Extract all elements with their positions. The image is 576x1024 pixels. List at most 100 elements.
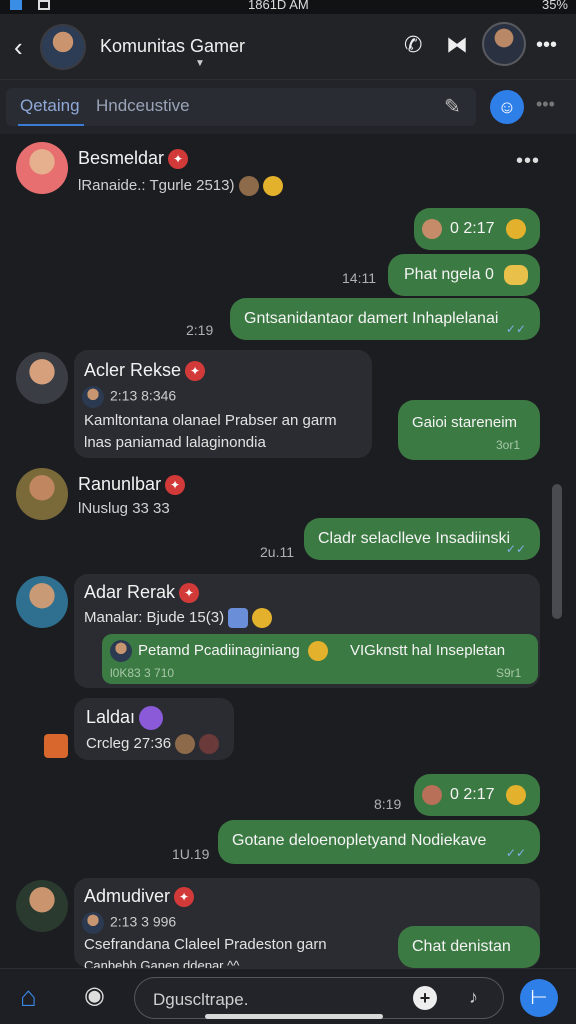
smiley-emoji-icon	[252, 608, 273, 628]
message-text: Crcleg 27:36	[86, 734, 220, 754]
message-meta: 3or1	[496, 438, 521, 452]
tab-chatting[interactable]: Qetaing	[20, 96, 80, 116]
incoming-message[interactable]: Adar Rerak ✦ Manalar: Bjude 15(3) Petamd …	[74, 574, 540, 688]
home-icon[interactable]: ⌂	[20, 981, 37, 1013]
add-icon[interactable]: +	[413, 986, 437, 1010]
camera-icon[interactable]: ◉	[84, 981, 105, 1010]
outgoing-message[interactable]: Gaioi stareneim 3or1	[398, 400, 540, 460]
message-meta: l0K83 3 710	[110, 666, 175, 680]
level-badge: ✦	[165, 475, 186, 496]
level-badge: ✦	[179, 583, 200, 604]
outgoing-message[interactable]: Chat denistan	[398, 926, 540, 968]
message-text: Gotane deloenopletyand Nodiekave	[232, 832, 487, 849]
mini-avatar	[82, 912, 104, 934]
sender-name: Acler Rekse ✦	[84, 360, 206, 382]
input-placeholder: Dguscltrape.	[153, 990, 249, 1009]
screenshot-icon	[38, 0, 50, 10]
video-icon[interactable]: ⧓	[446, 32, 468, 58]
more-options-icon[interactable]: •••	[536, 34, 557, 57]
quote-text: Petamd Pcadiinaginiang	[110, 640, 328, 662]
phone-icon[interactable]: ✆	[404, 32, 422, 58]
orb-emoji-icon	[139, 706, 164, 730]
message-text: lRanaide.: Tgurle 2513)	[78, 176, 283, 196]
mic-icon[interactable]: ♪	[469, 987, 478, 1008]
tab-more-icon[interactable]: •••	[536, 94, 555, 115]
game-emoji-icon	[228, 608, 249, 628]
more-options-icon[interactable]: •••	[516, 150, 540, 173]
timestamp: 8:19	[374, 796, 402, 812]
smiley-emoji-icon	[506, 219, 526, 239]
incoming-message[interactable]: Laldaı Crcleg 27:36	[74, 698, 234, 760]
avatar[interactable]	[16, 880, 68, 932]
outgoing-message[interactable]: Gotane deloenopletyand Nodiekave ✓✓	[218, 820, 540, 864]
message-meta: 2:13 8:346	[82, 386, 176, 408]
avatar-emoji-icon	[422, 785, 442, 805]
shell-emoji-icon	[199, 734, 220, 754]
outgoing-message[interactable]: Phat ngela 0	[388, 254, 540, 296]
message-input[interactable]: Dguscltrape. + ♪	[134, 977, 504, 1019]
avatar-emoji-icon	[422, 219, 442, 239]
chat-title[interactable]: Komunitas Gamer	[100, 36, 245, 57]
scrollbar[interactable]	[552, 484, 562, 619]
notification-icon	[10, 0, 22, 10]
home-indicator[interactable]	[205, 1014, 383, 1019]
message-time: 0 2:17	[450, 220, 495, 237]
active-tab-indicator	[18, 124, 84, 126]
message-text: Kamltontana olanael Prabser an garm	[84, 412, 337, 429]
status-time: 1861D AM	[248, 0, 309, 12]
outgoing-message[interactable]: 0 2:17	[414, 208, 540, 250]
level-badge: ✦	[174, 887, 195, 908]
members-button[interactable]: ☺	[490, 90, 524, 124]
chat-area[interactable]: Besmeldar ✦ lRanaide.: Tgurle 2513) ••• 0…	[0, 134, 576, 973]
outgoing-message[interactable]: 0 2:17	[414, 774, 540, 816]
message-text: Cladr selaclleve Insadiinski	[318, 530, 511, 547]
battery-level: 35%	[541, 0, 568, 12]
read-receipt-icon: ✓✓	[505, 846, 526, 860]
chevron-down-icon[interactable]: ▼	[195, 58, 205, 69]
user-avatar[interactable]	[482, 22, 526, 66]
message-text: Manalar: Bjude 15(3)	[84, 608, 273, 628]
message-text: lNuslug 33 33	[78, 500, 170, 517]
send-button[interactable]: ⊢	[520, 979, 558, 1017]
avatar[interactable]	[16, 576, 68, 628]
status-bar: 1861D AM 35%	[0, 0, 576, 14]
message-text: Chat denistan	[412, 938, 511, 955]
sender-name: Admudiver ✦	[84, 886, 195, 908]
character-emoji-icon	[238, 176, 259, 196]
message-time: 0 2:17	[450, 786, 495, 803]
banana-emoji-icon	[504, 265, 528, 285]
message-meta: 2:13 3 996	[82, 912, 176, 934]
rocket-emoji-icon	[44, 734, 68, 758]
avatar[interactable]	[16, 142, 68, 194]
group-avatar[interactable]	[40, 24, 86, 70]
avatar[interactable]	[16, 352, 68, 404]
sender-name: Adar Rerak ✦	[84, 582, 200, 604]
outgoing-message[interactable]: Gntsanidantaor damert Inhaplelanai ✓✓	[230, 298, 540, 340]
avatar[interactable]	[16, 468, 68, 520]
smiley-emoji-icon	[506, 785, 526, 805]
outgoing-message[interactable]: Cladr selaclleve Insadiinski ✓✓	[304, 518, 540, 560]
tab-bar: Qetaing Hndceustive ✎ ☺ •••	[0, 80, 576, 134]
read-receipt-icon: ✓✓	[505, 542, 526, 556]
message-text: Csefrandana Claleel Pradeston garn	[84, 936, 327, 953]
timestamp: 1U.19	[172, 846, 210, 862]
chat-header: ‹ Komunitas Gamer ▼ ✆ ⧓ •••	[0, 14, 576, 80]
tab-exclusive[interactable]: Hndceustive	[96, 96, 190, 116]
incoming-message[interactable]: Acler Rekse ✦ 2:13 8:346 Kamltontana olan…	[74, 350, 372, 458]
message-text: Phat ngela 0	[404, 266, 494, 283]
read-receipt-icon: ✓✓	[505, 322, 526, 336]
back-icon[interactable]: ‹	[14, 32, 23, 63]
mini-avatar	[82, 386, 104, 408]
character-emoji-icon	[175, 734, 196, 754]
quote-text: VIGknstt hal Insepletan	[350, 642, 506, 659]
level-badge: ✦	[168, 149, 189, 170]
sticker-icon[interactable]: ✎	[444, 94, 461, 119]
sender-name: Laldaı	[86, 706, 164, 730]
message-meta: S9r1	[496, 666, 522, 680]
level-badge: ✦	[185, 361, 206, 382]
mini-avatar	[110, 640, 132, 662]
quoted-message[interactable]: Petamd Pcadiinaginiang VIGknstt hal Inse…	[102, 634, 538, 684]
sender-name: Ranunlbar ✦	[78, 474, 186, 496]
timestamp: 2u.11	[260, 544, 294, 560]
smiley-emoji-icon	[262, 176, 283, 196]
